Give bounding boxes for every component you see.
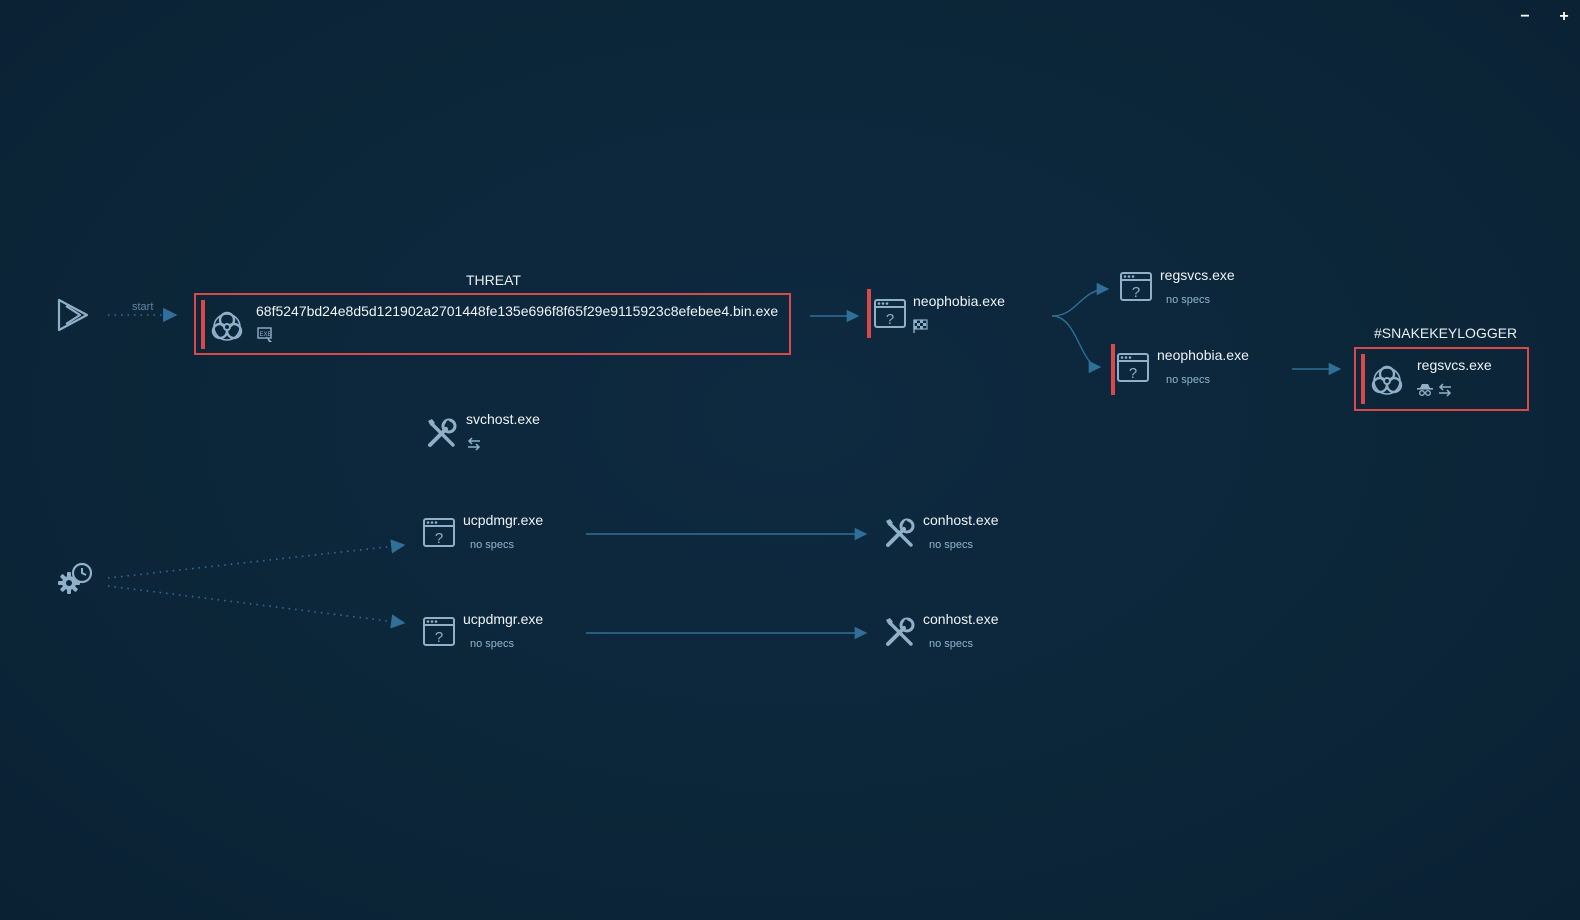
tools-icon[interactable] <box>884 617 916 649</box>
process-specs-label: no specs <box>1166 374 1211 386</box>
svg-text:?: ? <box>435 530 443 547</box>
svg-text:?: ? <box>435 629 443 646</box>
spy-icon <box>1417 382 1433 398</box>
exe-icon: EXE <box>257 327 273 343</box>
threat-indicator-bar <box>1361 354 1365 404</box>
zoom-in-button[interactable]: + <box>1554 8 1574 26</box>
process-name-regsvcs[interactable]: regsvcs.exe <box>1417 357 1492 373</box>
process-specs-label: no specs <box>470 539 515 551</box>
process-name-svchost[interactable]: svchost.exe <box>466 411 540 427</box>
unknown-window-icon[interactable]: ? <box>1120 272 1152 302</box>
network-icon <box>1437 382 1453 398</box>
svg-text:?: ? <box>1129 365 1137 382</box>
checkered-flag-icon <box>913 318 929 334</box>
snakekeylogger-group-label: #SNAKEKEYLOGGER <box>1374 325 1518 341</box>
process-name-conhost[interactable]: conhost.exe <box>923 611 999 627</box>
threat-indicator-bar <box>867 289 871 338</box>
unknown-window-icon[interactable]: ? <box>1117 353 1149 383</box>
unknown-window-icon[interactable]: ? <box>874 299 906 329</box>
play-icon[interactable] <box>57 298 89 332</box>
svg-text:?: ? <box>886 311 894 328</box>
svg-text:EXE: EXE <box>260 332 272 338</box>
zoom-out-button[interactable]: − <box>1515 8 1535 26</box>
biohazard-icon[interactable] <box>211 310 243 342</box>
edge-neophobia-to-regsvcs <box>1051 282 1110 317</box>
threat-indicator-bar <box>201 300 205 349</box>
threat-group-label: THREAT <box>466 272 521 288</box>
process-specs-label: no specs <box>929 638 974 650</box>
threat-indicator-bar <box>1111 344 1115 395</box>
process-name-ucpdmgr[interactable]: ucpdmgr.exe <box>463 512 543 528</box>
unknown-window-icon[interactable]: ? <box>423 518 455 548</box>
biohazard-icon[interactable] <box>1371 364 1403 396</box>
process-graph-canvas[interactable] <box>0 0 1580 920</box>
scheduled-task-icon[interactable] <box>58 562 94 596</box>
edge-start-label: start <box>132 301 154 313</box>
network-icon <box>466 436 482 452</box>
process-name-conhost[interactable]: conhost.exe <box>923 512 999 528</box>
process-specs-label: no specs <box>1166 294 1211 306</box>
process-specs-label: no specs <box>929 539 974 551</box>
process-specs-label: no specs <box>470 638 515 650</box>
process-name-neophobia[interactable]: neophobia.exe <box>913 293 1005 309</box>
svg-text:?: ? <box>1132 284 1140 301</box>
tools-icon[interactable] <box>884 518 916 550</box>
edge-scheduled-to-ucpdmgr-2 <box>107 585 406 629</box>
process-name-regsvcs[interactable]: regsvcs.exe <box>1160 267 1235 283</box>
tools-icon[interactable] <box>426 418 458 450</box>
unknown-window-icon[interactable]: ? <box>423 617 455 647</box>
process-name-main-threat[interactable]: 68f5247bd24e8d5d121902a2701448fe135e696f… <box>256 303 778 319</box>
edge-neophobia-to-neophobia <box>1051 315 1102 374</box>
process-name-neophobia[interactable]: neophobia.exe <box>1157 347 1249 363</box>
process-name-ucpdmgr[interactable]: ucpdmgr.exe <box>463 611 543 627</box>
edge-scheduled-to-ucpdmgr-1 <box>107 539 406 579</box>
